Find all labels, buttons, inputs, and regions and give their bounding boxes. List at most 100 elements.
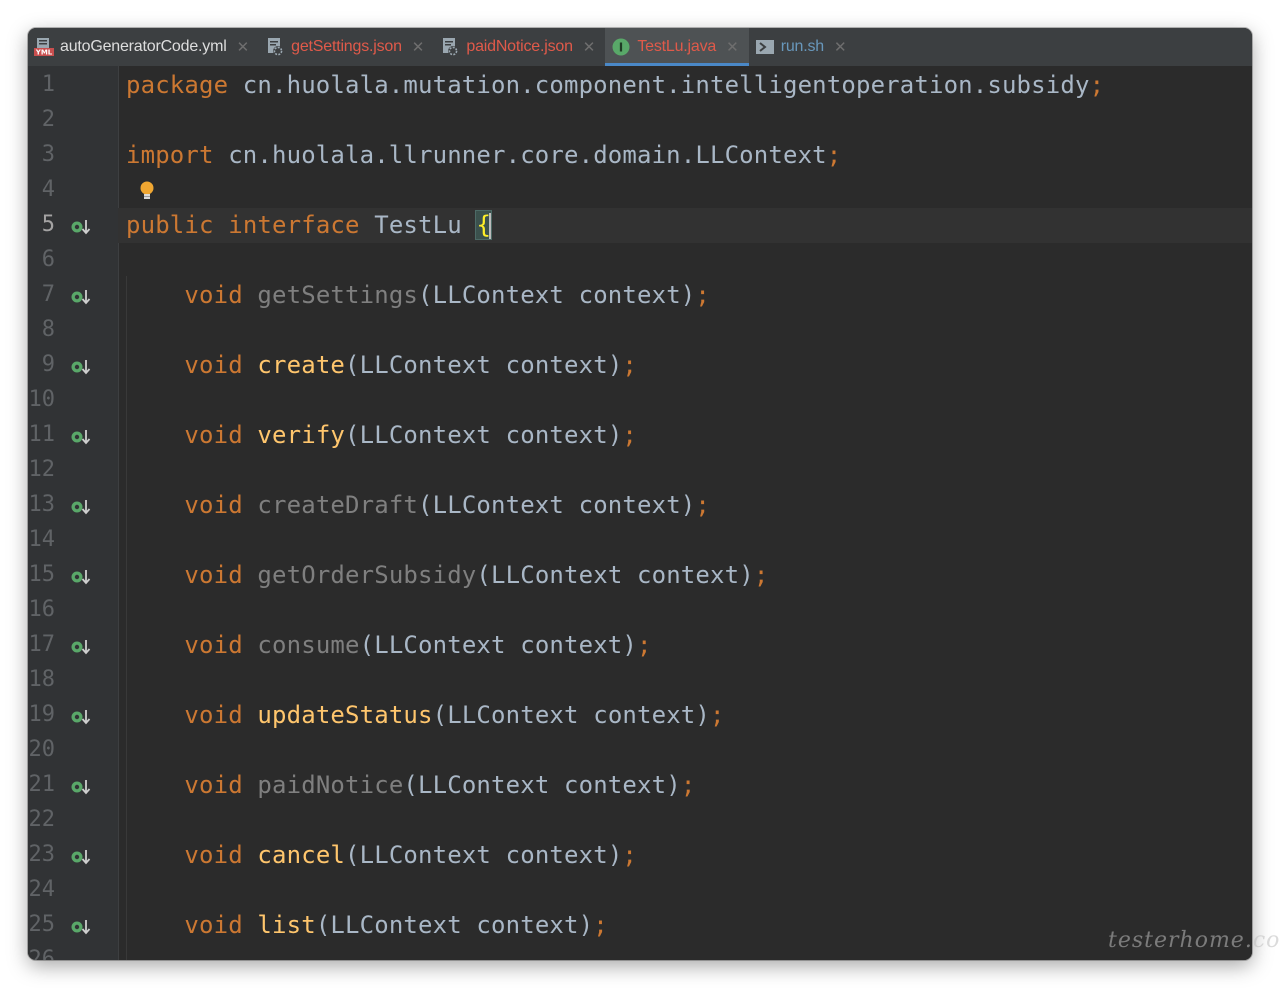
tab-getsettings-json[interactable]: getSettings.json ✕ xyxy=(259,28,434,66)
tab-testlu-java[interactable]: I TestLu.java ✕ xyxy=(605,28,750,66)
java-interface-icon: I xyxy=(611,37,631,57)
line-number: 1 xyxy=(41,72,55,97)
line-number: 10 xyxy=(28,387,56,412)
line-number: 13 xyxy=(28,492,56,517)
text-cursor xyxy=(489,213,492,239)
code-line[interactable]: 13 void createDraft(LLContext context); xyxy=(28,488,1252,523)
line-number: 19 xyxy=(28,702,56,727)
close-icon[interactable]: ✕ xyxy=(726,38,739,56)
method-name: getOrderSubsidy xyxy=(257,561,477,589)
line-number: 12 xyxy=(28,457,56,482)
code-line[interactable]: 15 void getOrderSubsidy(LLContext contex… xyxy=(28,558,1252,593)
line-number: 6 xyxy=(41,247,55,272)
close-icon[interactable]: ✕ xyxy=(583,38,596,56)
code-text: public interface TestLu { xyxy=(126,210,493,240)
code-text: import cn.huolala.llrunner.core.domain.L… xyxy=(126,141,842,169)
line-number: 22 xyxy=(28,807,56,832)
line-number: 25 xyxy=(28,912,56,937)
method-name: list xyxy=(257,911,316,939)
code-line[interactable]: 9 void create(LLContext context); xyxy=(28,348,1252,383)
implemented-gutter-icon[interactable] xyxy=(70,567,92,587)
method-name: updateStatus xyxy=(257,701,433,729)
implemented-gutter-icon[interactable] xyxy=(70,497,92,517)
implemented-gutter-icon[interactable] xyxy=(70,637,92,657)
interface-badge-text: I xyxy=(619,41,623,55)
code-text: void cancel(LLContext context); xyxy=(184,841,638,869)
line-number: 2 xyxy=(41,107,55,132)
method-name: consume xyxy=(257,631,360,659)
method-name: paidNotice xyxy=(257,771,404,799)
line-number: 3 xyxy=(41,142,55,167)
code-text: void list(LLContext context); xyxy=(184,911,608,939)
code-line[interactable]: 24 xyxy=(28,873,1252,908)
code-line[interactable]: 4 xyxy=(28,173,1252,208)
line-number: 18 xyxy=(28,667,56,692)
line-number: 26 xyxy=(28,947,56,960)
json-file-icon xyxy=(440,37,460,57)
code-line[interactable]: 5 public interface TestLu { xyxy=(28,208,1252,243)
code-line[interactable]: 22 xyxy=(28,803,1252,838)
yaml-file-icon: YML xyxy=(34,37,54,57)
code-line[interactable]: 26 xyxy=(28,943,1252,960)
code-line[interactable]: 18 xyxy=(28,663,1252,698)
close-icon[interactable]: ✕ xyxy=(237,38,250,56)
code-text: void consume(LLContext context); xyxy=(184,631,652,659)
code-line[interactable]: 8 xyxy=(28,313,1252,348)
line-number: 5 xyxy=(41,212,55,237)
line-number: 15 xyxy=(28,562,56,587)
json-file-icon xyxy=(265,37,285,57)
line-number: 21 xyxy=(28,772,56,797)
tab-label: TestLu.java xyxy=(637,38,717,55)
tab-paidnotice-json[interactable]: paidNotice.json ✕ xyxy=(434,28,605,66)
code-line[interactable]: 21 void paidNotice(LLContext context); xyxy=(28,768,1252,803)
code-text: void getOrderSubsidy(LLContext context); xyxy=(184,561,769,589)
code-text: void createDraft(LLContext context); xyxy=(184,491,711,519)
implemented-gutter-icon[interactable] xyxy=(70,847,92,867)
method-name: createDraft xyxy=(257,491,419,519)
code-line[interactable]: 20 xyxy=(28,733,1252,768)
line-number: 11 xyxy=(28,422,56,447)
code-line[interactable]: 1 package cn.huolala.mutation.component.i… xyxy=(28,68,1252,103)
code-line[interactable]: 7 void getSettings(LLContext context); xyxy=(28,278,1252,313)
implemented-gutter-icon[interactable] xyxy=(70,217,92,237)
code-line[interactable]: 19 void updateStatus(LLContext context); xyxy=(28,698,1252,733)
close-icon[interactable]: ✕ xyxy=(412,38,425,56)
line-number: 20 xyxy=(28,737,56,762)
implemented-gutter-icon[interactable] xyxy=(70,707,92,727)
code-line[interactable]: 3 import cn.huolala.llrunner.core.domain.… xyxy=(28,138,1252,173)
implemented-gutter-icon[interactable] xyxy=(70,917,92,937)
editor-tab-bar: YML autoGeneratorCode.yml ✕ getSettings.… xyxy=(28,28,1252,67)
tab-autogeneratorcode-yml[interactable]: YML autoGeneratorCode.yml ✕ xyxy=(28,28,259,66)
tab-label: autoGeneratorCode.yml xyxy=(60,38,227,55)
close-icon[interactable]: ✕ xyxy=(834,38,847,56)
method-name: cancel xyxy=(257,841,346,869)
code-line[interactable]: 6 xyxy=(28,243,1252,278)
code-line[interactable]: 16 xyxy=(28,593,1252,628)
line-number: 23 xyxy=(28,842,56,867)
interface-name: TestLu xyxy=(374,211,462,239)
tab-label: paidNotice.json xyxy=(466,38,573,55)
implemented-gutter-icon[interactable] xyxy=(70,357,92,377)
method-name: create xyxy=(257,351,346,379)
code-line[interactable]: 14 xyxy=(28,523,1252,558)
code-line[interactable]: 11 void verify(LLContext context); xyxy=(28,418,1252,453)
implemented-gutter-icon[interactable] xyxy=(70,427,92,447)
code-line[interactable]: 2 xyxy=(28,103,1252,138)
implemented-gutter-icon[interactable] xyxy=(70,287,92,307)
code-line[interactable]: 10 xyxy=(28,383,1252,418)
line-number: 4 xyxy=(41,177,55,202)
lightbulb-icon[interactable] xyxy=(139,180,155,202)
code-text: package cn.huolala.mutation.component.in… xyxy=(126,71,1105,99)
code-line[interactable]: 25 void list(LLContext context); xyxy=(28,908,1252,943)
line-number: 8 xyxy=(41,317,55,342)
tab-run-sh[interactable]: run.sh ✕ xyxy=(749,28,857,66)
line-number: 16 xyxy=(28,597,56,622)
method-name: getSettings xyxy=(257,281,419,309)
implemented-gutter-icon[interactable] xyxy=(70,777,92,797)
code-line[interactable]: 17 void consume(LLContext context); xyxy=(28,628,1252,663)
code-line[interactable]: 23 void cancel(LLContext context); xyxy=(28,838,1252,873)
code-line[interactable]: 12 xyxy=(28,453,1252,488)
line-number: 7 xyxy=(41,282,55,307)
code-editor[interactable]: 1 package cn.huolala.mutation.component.i… xyxy=(28,66,1252,960)
tab-label: run.sh xyxy=(780,38,824,55)
